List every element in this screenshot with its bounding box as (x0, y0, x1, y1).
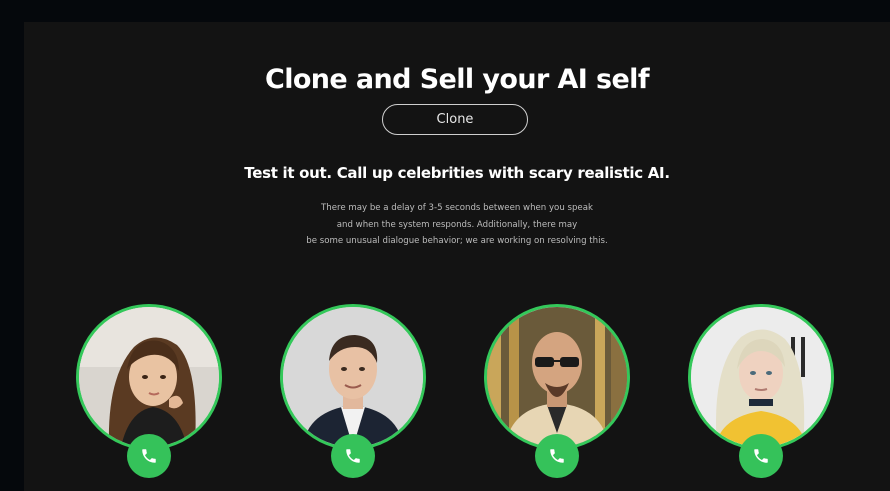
phone-icon (142, 449, 156, 463)
celebrity-portrait (484, 304, 630, 450)
celebrity-portrait (76, 304, 222, 450)
call-button[interactable] (739, 434, 783, 478)
celebrity-portrait (280, 304, 426, 450)
celebrity-card (688, 304, 834, 478)
bald-man-with-sunglasses-portrait (487, 307, 627, 447)
woman-with-platinum-hair-portrait (691, 307, 831, 447)
phone-icon (754, 449, 768, 463)
celebrity-card (484, 304, 630, 478)
main-panel: Clone and Sell your AI self Clone Test i… (24, 22, 890, 491)
woman-with-long-brown-hair-portrait (79, 307, 219, 447)
celebrity-card (76, 304, 222, 478)
phone-icon (550, 449, 564, 463)
phone-icon (346, 449, 360, 463)
celebrity-card (280, 304, 426, 478)
man-in-dark-suit-portrait (283, 307, 423, 447)
call-button[interactable] (331, 434, 375, 478)
call-button[interactable] (127, 434, 171, 478)
celebrity-list (24, 22, 890, 491)
celebrity-portrait (688, 304, 834, 450)
call-button[interactable] (535, 434, 579, 478)
